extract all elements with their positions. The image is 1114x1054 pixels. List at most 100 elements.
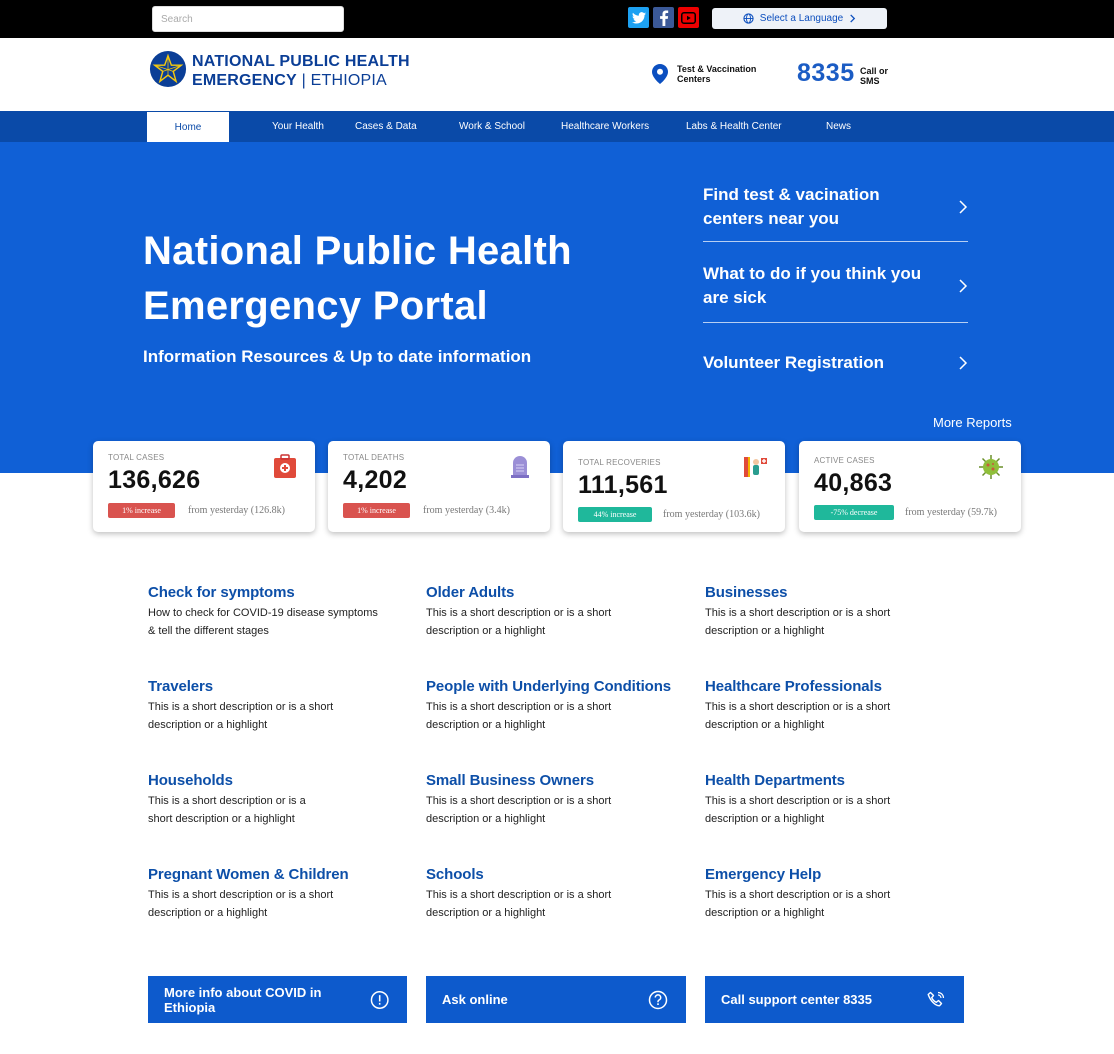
- topic-title[interactable]: Businesses: [705, 584, 955, 601]
- stat-from: from yesterday (59.7k): [905, 507, 997, 518]
- stat-badge: 1% increase: [108, 503, 175, 518]
- nav-your-health[interactable]: Your Health: [272, 111, 324, 142]
- chevron-right-icon: [959, 279, 968, 293]
- stat-label: TOTAL RECOVERIES: [578, 458, 661, 467]
- nav-news[interactable]: News: [826, 111, 851, 142]
- language-label: Select a Language: [759, 13, 844, 24]
- topic-desc: How to check for COVID-19 disease sympto…: [148, 607, 378, 637]
- stat-value: 111,561: [578, 471, 668, 499]
- hero-link-find-centers[interactable]: Find test & vacination centers near you: [703, 183, 968, 231]
- hero-divider: [703, 322, 968, 323]
- topic-healthcare-professionals: Healthcare Professionals This is a short…: [705, 678, 955, 734]
- call-support-button[interactable]: Call support center 8335: [705, 976, 964, 1023]
- stat-label: TOTAL CASES: [108, 453, 165, 462]
- stat-badge: 1% increase: [343, 503, 410, 518]
- topic-desc: This is a short description or is a shor…: [426, 889, 612, 919]
- cta-label: More info about COVID in Ethiopia: [164, 984, 322, 1015]
- search-input[interactable]: [161, 13, 343, 25]
- search-box[interactable]: [152, 6, 344, 32]
- topic-businesses: Businesses This is a short description o…: [705, 584, 955, 640]
- test-centers-link[interactable]: Test & Vaccination Centers: [652, 64, 767, 84]
- nav-healthcare-workers[interactable]: Healthcare Workers: [561, 111, 649, 142]
- virus-icon: [979, 455, 1003, 479]
- chevron-right-icon: [959, 200, 968, 214]
- stat-badge: 44% increase: [578, 507, 652, 522]
- nav-cases-data[interactable]: Cases & Data: [355, 111, 417, 142]
- hospital-recovery-icon: [744, 457, 767, 477]
- more-info-button[interactable]: More info about COVID in Ethiopia: [148, 976, 407, 1023]
- hero-section: National Public Health Emergency Portal …: [0, 142, 1114, 473]
- first-aid-kit-icon: [274, 454, 296, 478]
- main-nav: Home Your Health Cases & Data Work & Sch…: [0, 111, 1114, 142]
- topic-desc: This is a short description or is a shor…: [148, 889, 334, 919]
- call-number[interactable]: 8335: [797, 59, 855, 88]
- stat-value: 136,626: [108, 466, 201, 494]
- ethiopia-emblem-icon[interactable]: [149, 50, 187, 88]
- ask-online-button[interactable]: Ask online: [426, 976, 686, 1023]
- stat-value: 40,863: [814, 469, 893, 497]
- stat-from: from yesterday (3.4k): [423, 505, 510, 516]
- topic-emergency-help: Emergency Help This is a short descripti…: [705, 866, 955, 922]
- site-header: NATIONAL PUBLIC HEALTH EMERGENCY | ETHIO…: [0, 38, 1114, 111]
- topic-households: Households This is a short description o…: [148, 772, 398, 828]
- brand-line-1: NATIONAL PUBLIC HEALTH: [192, 53, 410, 70]
- test-centers-label: Test & Vaccination Centers: [677, 64, 757, 84]
- topic-title[interactable]: Travelers: [148, 678, 398, 695]
- topic-title[interactable]: People with Underlying Conditions: [426, 678, 696, 695]
- site-brand[interactable]: NATIONAL PUBLIC HEALTH EMERGENCY | ETHIO…: [192, 52, 410, 90]
- topic-pregnant-women-children: Pregnant Women & Children This is a shor…: [148, 866, 398, 922]
- hero-subtitle: Information Resources & Up to date infor…: [143, 347, 532, 366]
- topic-travelers: Travelers This is a short description or…: [148, 678, 398, 734]
- topic-older-adults: Older Adults This is a short description…: [426, 584, 676, 640]
- hero-link-volunteer[interactable]: Volunteer Registration: [703, 351, 968, 375]
- hero-title: National Public Health Emergency Portal: [143, 229, 572, 328]
- topic-desc: This is a short description or is a shor…: [426, 795, 612, 825]
- topic-underlying-conditions: People with Underlying Conditions This i…: [426, 678, 696, 734]
- topic-desc: This is a short description or is a shor…: [705, 889, 891, 919]
- topic-desc: This is a short description or is a shor…: [148, 701, 334, 731]
- nav-work-school[interactable]: Work & School: [459, 111, 525, 142]
- chevron-right-icon: [850, 14, 856, 23]
- topic-title[interactable]: Healthcare Professionals: [705, 678, 955, 695]
- topic-desc: This is a short description or is a shor…: [705, 795, 891, 825]
- stat-card-active-cases[interactable]: ACTIVE CASES 40,863 -75% decrease from y…: [799, 441, 1021, 532]
- topic-title[interactable]: Schools: [426, 866, 676, 883]
- youtube-icon[interactable]: [678, 7, 699, 28]
- topic-desc: This is a short description or is a shor…: [426, 701, 612, 731]
- topic-title[interactable]: Pregnant Women & Children: [148, 866, 398, 883]
- topic-title[interactable]: Check for symptoms: [148, 584, 398, 601]
- topic-health-departments: Health Departments This is a short descr…: [705, 772, 955, 828]
- topic-title[interactable]: Older Adults: [426, 584, 676, 601]
- topic-check-symptoms: Check for symptoms How to check for COVI…: [148, 584, 398, 640]
- twitter-icon[interactable]: [628, 7, 649, 28]
- stat-card-total-deaths[interactable]: TOTAL DEATHS 4,202 1% increase from yest…: [328, 441, 550, 532]
- topic-title[interactable]: Health Departments: [705, 772, 955, 789]
- topic-title[interactable]: Emergency Help: [705, 866, 955, 883]
- stat-label: ACTIVE CASES: [814, 456, 875, 465]
- info-icon: [370, 990, 389, 1009]
- topic-title[interactable]: Small Business Owners: [426, 772, 676, 789]
- location-pin-icon: [652, 64, 668, 84]
- top-bar: Select a Language: [0, 0, 1114, 38]
- language-select-button[interactable]: Select a Language: [712, 8, 887, 29]
- facebook-icon[interactable]: [653, 7, 674, 28]
- stat-from: from yesterday (103.6k): [663, 509, 760, 520]
- topic-desc: This is a short description or is a shor…: [705, 701, 891, 731]
- stat-label: TOTAL DEATHS: [343, 453, 405, 462]
- more-reports-link[interactable]: More Reports: [933, 415, 1012, 430]
- stat-value: 4,202: [343, 466, 408, 494]
- hero-link-sick[interactable]: What to do if you think you are sick: [703, 262, 968, 310]
- hero-divider: [703, 241, 968, 242]
- topic-schools: Schools This is a short description or i…: [426, 866, 676, 922]
- tombstone-icon: [511, 456, 529, 478]
- nav-home[interactable]: Home: [147, 112, 229, 142]
- topic-title[interactable]: Households: [148, 772, 398, 789]
- stat-badge: -75% decrease: [814, 505, 894, 520]
- topic-desc: This is a short description or is a shor…: [148, 795, 306, 825]
- stat-card-total-cases[interactable]: TOTAL CASES 136,626 1% increase from yes…: [93, 441, 315, 532]
- stat-card-total-recoveries[interactable]: TOTAL RECOVERIES 111,561 44% increase fr…: [563, 441, 785, 532]
- chevron-right-icon: [959, 356, 968, 370]
- phone-icon: [927, 991, 945, 1006]
- topic-desc: This is a short description or is a shor…: [426, 607, 612, 637]
- nav-labs-health-center[interactable]: Labs & Health Center: [686, 111, 782, 142]
